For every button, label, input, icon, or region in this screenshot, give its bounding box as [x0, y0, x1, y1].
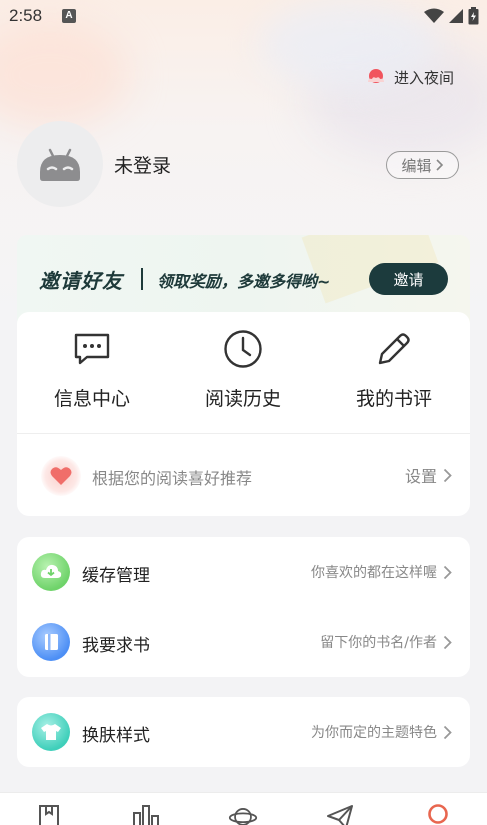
menu-item-skin[interactable]: 换肤样式 为你而定的主题特色: [17, 697, 470, 767]
menu-item-hint: 为你而定的主题特色: [311, 725, 437, 741]
status-time: 2:58: [9, 6, 43, 25]
cache-download-icon: [32, 553, 70, 591]
bottom-nav: [0, 792, 487, 825]
menu-item-hint: 你喜欢的都在这样喔: [311, 565, 437, 581]
quick-item-reading-history[interactable]: 阅读历史: [178, 328, 308, 428]
recommend-settings-link[interactable]: 设置: [405, 463, 452, 487]
nav-profile[interactable]: [423, 803, 453, 825]
invite-button[interactable]: 邀请: [369, 263, 448, 295]
ranking-icon: [133, 805, 159, 825]
tshirt-icon: [32, 713, 70, 751]
menu-item-hint: 留下你的书名/作者: [320, 635, 437, 651]
quick-item-label: 我的书评: [355, 388, 432, 410]
status-icons: [424, 7, 479, 25]
discover-planet-icon: [228, 808, 258, 825]
settings-label: 设置: [404, 467, 437, 486]
nav-bookshelf[interactable]: [34, 803, 64, 825]
menu-item-label: 缓存管理: [82, 566, 150, 586]
signal-icon: [449, 9, 463, 23]
chevron-right-icon: [435, 159, 443, 171]
quick-item-label: 信息中心: [53, 388, 130, 410]
chevron-right-icon: [443, 725, 452, 739]
heart-icon: [41, 456, 81, 496]
nav-ranking[interactable]: [131, 803, 161, 825]
notification-a-icon: A: [62, 9, 76, 23]
quick-item-message-center[interactable]: 信息中心: [27, 328, 157, 428]
menu-item-request-book[interactable]: 我要求书 留下你的书名/作者: [17, 607, 470, 677]
edit-label: 编辑: [401, 156, 432, 175]
night-mode-toggle[interactable]: 进入夜间: [366, 64, 454, 90]
chevron-right-icon: [443, 635, 452, 649]
edit-profile-button[interactable]: 编辑: [386, 151, 459, 179]
skin-menu-card: 换肤样式 为你而定的主题特色: [17, 697, 470, 767]
quick-item-label: 阅读历史: [204, 388, 281, 410]
nav-messages[interactable]: [325, 803, 355, 825]
quick-actions-card: 信息中心 阅读历史 我的书评 根据您的阅读喜好推荐 设置: [17, 312, 470, 516]
avatar[interactable]: [17, 121, 103, 207]
invite-title: 邀请好友: [39, 269, 123, 293]
night-cloud-icon: [368, 69, 384, 83]
clock-icon: [222, 328, 264, 370]
message-icon: [71, 328, 113, 370]
chevron-right-icon: [443, 468, 452, 482]
robot-avatar-icon: [40, 148, 80, 181]
bookshelf-icon: [39, 805, 59, 825]
quick-item-my-reviews[interactable]: 我的书评: [329, 328, 459, 428]
invite-separator: [141, 268, 143, 290]
menu-item-label: 换肤样式: [82, 726, 150, 746]
chevron-right-icon: [443, 565, 452, 579]
book-icon: [32, 623, 70, 661]
recommend-label: 根据您的阅读喜好推荐: [92, 469, 253, 488]
menu-item-label: 我要求书: [82, 636, 150, 656]
menu-item-cache[interactable]: 缓存管理 你喜欢的都在这样喔: [17, 537, 470, 607]
wifi-icon: [424, 8, 444, 23]
recommend-row[interactable]: 根据您的阅读喜好推荐 设置: [17, 434, 470, 516]
paper-plane-icon: [327, 805, 353, 825]
night-mode-label: 进入夜间: [394, 68, 455, 87]
pen-icon: [373, 328, 415, 370]
profile-ring-icon: [428, 804, 448, 824]
invite-subtitle: 领取奖励，多邀多得哟~: [157, 272, 331, 291]
storage-menu-card: 缓存管理 你喜欢的都在这样喔 我要求书 留下你的书名/作者: [17, 537, 470, 677]
battery-icon: [468, 7, 479, 25]
status-bar: 2:58 A: [0, 0, 487, 32]
username[interactable]: 未登录: [114, 151, 171, 178]
nav-discover[interactable]: [228, 803, 258, 825]
